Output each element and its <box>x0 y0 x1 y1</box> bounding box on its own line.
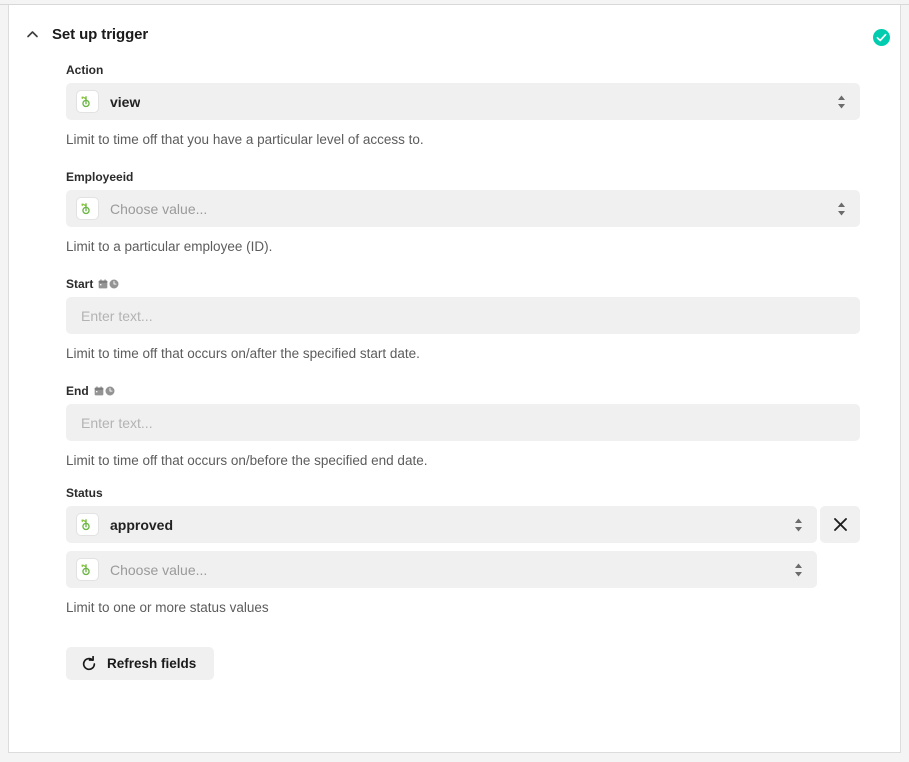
end-input[interactable]: Enter text... <box>66 404 860 441</box>
section-header-set-up-trigger[interactable]: Set up trigger <box>9 5 900 63</box>
employeeid-select[interactable]: Choose value... <box>66 190 860 227</box>
field-label-end: End <box>66 384 900 398</box>
close-icon <box>832 516 849 533</box>
status-select-1[interactable]: approved <box>66 506 817 543</box>
calendar-icon <box>94 386 104 396</box>
remove-status-value-button[interactable] <box>820 506 860 543</box>
select-spinner-icon[interactable] <box>794 517 803 533</box>
field-help-status: Limit to one or more status values <box>66 600 269 615</box>
field-label-icons-start <box>98 279 119 289</box>
field-label-status: Status <box>66 486 900 500</box>
field-input-row-end: Enter text... <box>66 404 900 441</box>
section-title: Set up trigger <box>52 25 149 43</box>
field-label-employeeid: Employeeid <box>66 170 900 184</box>
field-status: Status approved Choose value... Limit to… <box>9 486 900 616</box>
trigger-setup-panel: Set up trigger Action view Limit to time… <box>0 0 909 762</box>
trigger-card: Set up trigger Action view Limit to time… <box>8 5 901 753</box>
refresh-fields-label: Refresh fields <box>107 656 197 671</box>
employeeid-select-value: Choose value... <box>110 200 208 217</box>
start-input-placeholder: Enter text... <box>81 307 153 324</box>
clock-icon <box>109 279 119 289</box>
chevron-up-icon[interactable] <box>23 25 41 43</box>
field-employeeid: Employeeid Choose value... Limit to a pa… <box>9 170 900 255</box>
field-input-row-start: Enter text... <box>66 297 900 334</box>
bamboohr-logo-icon <box>76 513 99 536</box>
status-select-1-value: approved <box>110 516 174 533</box>
field-label-text: Action <box>66 63 104 77</box>
end-input-placeholder: Enter text... <box>81 414 153 431</box>
action-select-value: view <box>110 93 141 110</box>
status-select-2-value: Choose value... <box>110 561 208 578</box>
field-label-text: End <box>66 384 89 398</box>
refresh-fields-button[interactable]: Refresh fields <box>66 647 215 680</box>
field-label-icons-end <box>94 386 115 396</box>
field-help-end: Limit to time off that occurs on/before … <box>66 453 428 468</box>
bamboohr-logo-icon <box>76 558 99 581</box>
status-select-2[interactable]: Choose value... <box>66 551 817 588</box>
field-help-employeeid: Limit to a particular employee (ID). <box>66 239 273 254</box>
field-input-row-employeeid: Choose value... <box>66 190 900 227</box>
field-input-row-status-2: Choose value... <box>66 551 900 588</box>
bamboohr-logo-icon <box>76 197 99 220</box>
bamboohr-logo-icon <box>76 90 99 113</box>
check-circle-icon <box>873 29 890 46</box>
field-input-row-status-1: approved <box>66 506 900 543</box>
select-spinner-icon[interactable] <box>837 94 846 110</box>
field-label-text: Employeeid <box>66 170 134 184</box>
clock-icon <box>105 386 115 396</box>
action-select[interactable]: view <box>66 83 860 120</box>
calendar-icon <box>98 279 108 289</box>
field-help-action: Limit to time off that you have a partic… <box>66 132 424 147</box>
field-label-action: Action <box>66 63 900 77</box>
field-help-start: Limit to time off that occurs on/after t… <box>66 346 420 361</box>
refresh-icon <box>81 655 97 672</box>
trigger-fields: Action view Limit to time off that you h… <box>9 63 900 680</box>
select-spinner-icon[interactable] <box>837 201 846 217</box>
refresh-fields-wrap: Refresh fields <box>66 647 900 680</box>
field-label-start: Start <box>66 277 900 291</box>
field-start: Start Enter text... Limit to time off th… <box>9 277 900 362</box>
field-action: Action view Limit to time off that you h… <box>9 63 900 148</box>
field-end: End Enter text... Limit to time off that… <box>9 384 900 469</box>
field-label-text: Start <box>66 277 94 291</box>
field-input-row-action: view <box>66 83 900 120</box>
start-input[interactable]: Enter text... <box>66 297 860 334</box>
select-spinner-icon[interactable] <box>794 562 803 578</box>
field-label-text: Status <box>66 486 103 500</box>
